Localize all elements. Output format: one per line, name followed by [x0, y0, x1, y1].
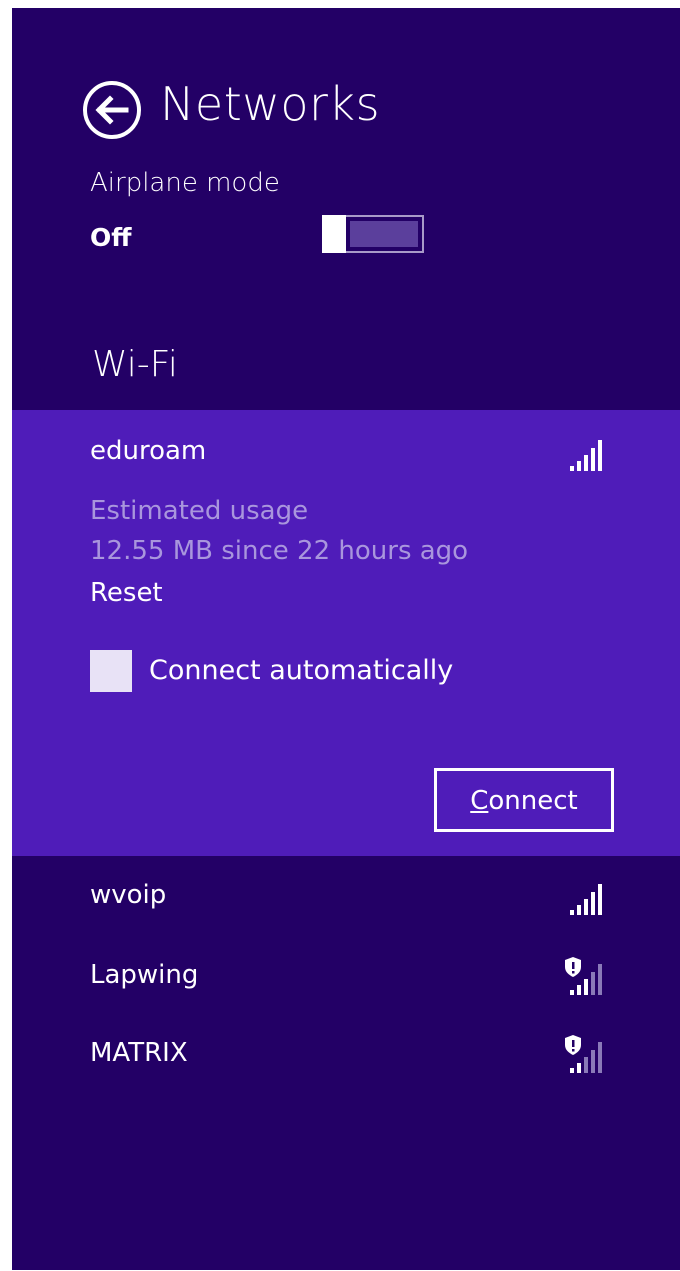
connect-button[interactable]: Connect: [434, 768, 614, 832]
networks-panel: Networks Airplane mode Off Wi-Fi eduroam…: [12, 8, 680, 1270]
airplane-mode-toggle[interactable]: [322, 215, 424, 253]
selected-network-name: eduroam: [90, 436, 207, 466]
network-name: MATRIX: [90, 1038, 188, 1068]
network-name: Lapwing: [90, 960, 199, 990]
back-arrow-icon: [83, 81, 141, 139]
estimated-usage-value: 12.55 MB since 22 hours ago: [90, 536, 469, 566]
toggle-track: [350, 221, 418, 247]
secured-signal-icon: [565, 1035, 602, 1073]
signal-strength-icon: [570, 884, 602, 915]
toggle-thumb[interactable]: [322, 215, 346, 253]
connect-automatically-label: Connect automatically: [149, 655, 454, 686]
estimated-usage-label: Estimated usage: [90, 496, 309, 526]
connect-access-key: C: [470, 786, 489, 816]
signal-strength-icon: [570, 440, 602, 471]
wifi-section-heading: Wi-Fi: [92, 344, 178, 385]
network-row-wvoip[interactable]: wvoip: [12, 870, 680, 930]
connect-automatically-checkbox[interactable]: [90, 650, 132, 692]
reset-link[interactable]: Reset: [90, 578, 163, 608]
back-button[interactable]: [82, 80, 142, 140]
secured-signal-icon: [565, 957, 602, 995]
page-title: Networks: [160, 77, 381, 131]
network-row-lapwing[interactable]: Lapwing: [12, 950, 680, 1010]
network-row-matrix[interactable]: MATRIX: [12, 1028, 680, 1088]
connect-label-rest: onnect: [488, 786, 578, 816]
airplane-mode-label: Airplane mode: [90, 168, 280, 198]
network-name: wvoip: [90, 880, 167, 910]
airplane-mode-state: Off: [90, 223, 132, 252]
